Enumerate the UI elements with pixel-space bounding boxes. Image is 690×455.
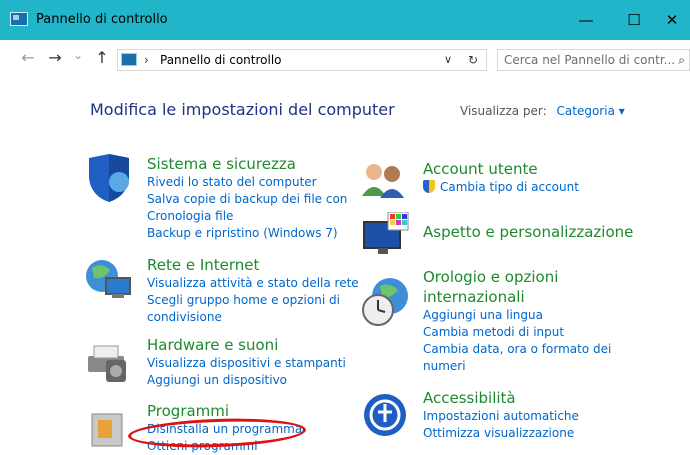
link-metodi-input[interactable]: Cambia metodi di input [423, 324, 611, 341]
address-box[interactable]: › Pannello di controllo ∨ ↻ [117, 49, 487, 71]
link-gruppo-home[interactable]: Scegli gruppo home e opzioni di [147, 292, 359, 309]
category-title-aspetto[interactable]: Aspetto e personalizzazione [423, 222, 633, 242]
link-numeri[interactable]: numeri [423, 358, 611, 375]
globe-clock-icon [362, 278, 408, 326]
control-panel-icon [10, 12, 28, 26]
uac-shield-icon [423, 180, 435, 193]
monitor-palette-icon [363, 212, 409, 254]
link-ottimizza-visualizzazione[interactable]: Ottimizza visualizzazione [423, 425, 579, 442]
link-cronologia-file[interactable]: Cronologia file [147, 208, 347, 225]
address-bar-row: ← → ⌄ ↑ › Pannello di controllo ∨ ↻ Cerc… [0, 40, 690, 80]
link-attivita-rete[interactable]: Visualizza attività e stato della rete [147, 275, 359, 292]
accessibility-icon [364, 394, 406, 436]
search-placeholder: Cerca nel Pannello di contr... [504, 53, 676, 67]
breadcrumb-separator: › [144, 53, 149, 67]
view-by: Visualizza per: Categoria ▾ [460, 104, 625, 118]
link-data-ora-formato[interactable]: Cambia data, ora o formato dei [423, 341, 611, 358]
category-title-hardware[interactable]: Hardware e suoni [147, 335, 346, 355]
link-rivedi-stato[interactable]: Rivedi lo stato del computer [147, 174, 347, 191]
minimize-button[interactable]: — [566, 8, 606, 32]
back-arrow-icon[interactable]: ← [18, 48, 38, 67]
printer-speaker-icon [88, 345, 126, 382]
maximize-button[interactable]: ☐ [614, 8, 654, 32]
link-cambia-tipo-account[interactable]: Cambia tipo di account [423, 179, 579, 196]
view-by-label: Visualizza per: [460, 104, 547, 118]
category-rete-internet: Rete e Internet Visualizza attività e st… [147, 255, 359, 326]
category-account-utente: Account utente Cambia tipo di account [423, 159, 579, 196]
category-orologio-opzioni: Orologio e opzioni internazionali Aggiun… [423, 267, 611, 375]
close-button[interactable]: ✕ [652, 8, 690, 32]
link-aggiungi-dispositivo[interactable]: Aggiungi un dispositivo [147, 372, 346, 389]
users-icon [362, 164, 404, 198]
programs-box-icon [91, 413, 123, 447]
link-aggiungi-lingua[interactable]: Aggiungi una lingua [423, 307, 611, 324]
category-title-sistema[interactable]: Sistema e sicurezza [147, 154, 347, 174]
link-backup-ripristino[interactable]: Backup e ripristino (Windows 7) [147, 225, 347, 242]
link-cambia-tipo-account-label: Cambia tipo di account [440, 180, 579, 194]
category-hardware-suoni: Hardware e suoni Visualizza dispositivi … [147, 335, 346, 389]
control-panel-icon [121, 53, 137, 66]
category-aspetto-personalizzazione: Aspetto e personalizzazione [423, 222, 633, 242]
category-title-orologio-line2[interactable]: internazionali [423, 287, 611, 307]
category-title-orologio-line1[interactable]: Orologio e opzioni [423, 267, 611, 287]
link-salva-copie[interactable]: Salva copie di backup dei file con [147, 191, 347, 208]
title-bar: Pannello di controllo — ☐ ✕ [0, 0, 690, 40]
category-title-accessibilita[interactable]: Accessibilità [423, 388, 579, 408]
link-impostazioni-automatiche[interactable]: Impostazioni automatiche [423, 408, 579, 425]
page-title: Modifica le impostazioni del computer [90, 100, 395, 119]
search-icon[interactable]: ⌕ [678, 50, 685, 70]
window-title: Pannello di controllo [36, 12, 168, 27]
category-accessibilita: Accessibilità Impostazioni automatiche O… [423, 388, 579, 442]
search-input[interactable]: Cerca nel Pannello di contr... ⌕ [497, 49, 690, 71]
forward-arrow-icon[interactable]: → [45, 48, 65, 67]
link-dispositivi-stampanti[interactable]: Visualizza dispositivi e stampanti [147, 355, 346, 372]
view-by-dropdown[interactable]: Categoria ▾ [557, 104, 625, 118]
refresh-icon[interactable]: ↻ [468, 50, 478, 70]
up-arrow-icon[interactable]: ↑ [92, 48, 112, 67]
globe-network-icon [86, 260, 131, 298]
category-sistema-sicurezza: Sistema e sicurezza Rivedi lo stato del … [147, 154, 347, 242]
category-title-rete[interactable]: Rete e Internet [147, 255, 359, 275]
category-title-account[interactable]: Account utente [423, 159, 579, 179]
address-dropdown-icon[interactable]: ∨ [444, 50, 452, 70]
shield-icon [89, 154, 129, 202]
link-condivisione[interactable]: condivisione [147, 309, 359, 326]
breadcrumb-path[interactable]: Pannello di controllo [160, 50, 282, 70]
recent-locations-icon[interactable]: ⌄ [68, 48, 88, 62]
